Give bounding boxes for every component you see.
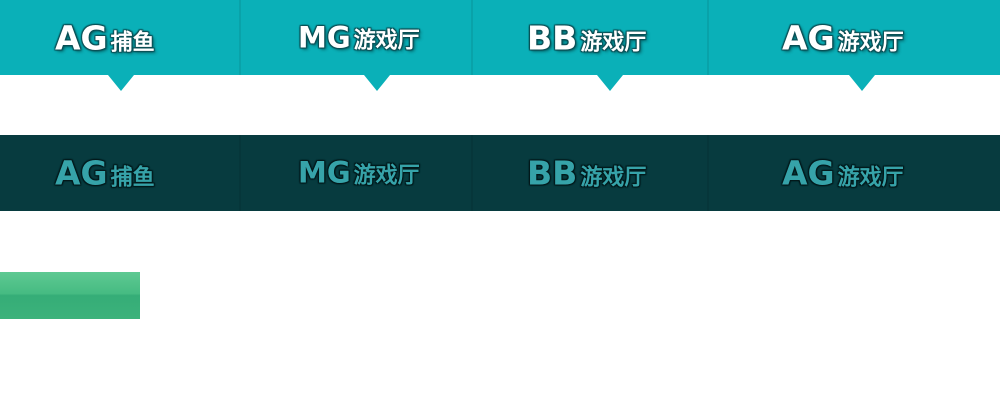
tab-bar-inactive: AG 捕鱼 MG 游戏厅 BB 游戏厅 AG 游戏厅	[0, 135, 1000, 211]
tab-label: AG 捕鱼	[55, 21, 155, 54]
tab-label: AG 游戏厅	[782, 157, 904, 190]
tab-bar-active: AG 捕鱼 MG 游戏厅 BB 游戏厅 AG 游戏厅	[0, 0, 1000, 75]
tab-ag-fishing[interactable]: AG 捕鱼	[0, 135, 240, 211]
tab-divider	[707, 0, 709, 75]
tab-ag-games[interactable]: AG 游戏厅	[708, 135, 1000, 211]
tab-pointer-arrow	[849, 75, 875, 91]
tab-name: 游戏厅	[837, 30, 904, 55]
tab-label: MG 游戏厅	[298, 155, 420, 190]
tab-code: AG	[55, 18, 108, 57]
tab-mg-games-active[interactable]: MG 游戏厅	[240, 0, 472, 75]
tab-divider	[239, 0, 241, 75]
tab-pointer-arrow	[597, 75, 623, 91]
tab-bb-games-active[interactable]: BB 游戏厅	[472, 0, 708, 75]
tab-label: AG 游戏厅	[782, 21, 904, 54]
tab-code: BB	[527, 18, 578, 57]
tab-mg-games[interactable]: MG 游戏厅	[240, 135, 472, 211]
tab-divider	[707, 135, 709, 211]
tab-code: MG	[298, 20, 351, 54]
tab-ag-games-active[interactable]: AG 游戏厅	[708, 0, 1000, 75]
tab-name: 游戏厅	[837, 165, 904, 191]
tab-label: MG 游戏厅	[298, 23, 420, 52]
tab-divider	[239, 135, 241, 211]
tab-code: MG	[298, 155, 351, 190]
tab-label: BB 游戏厅	[527, 21, 646, 54]
tab-name: 游戏厅	[580, 165, 647, 191]
tab-code: AG	[782, 153, 835, 193]
tab-name: 游戏厅	[353, 163, 420, 189]
green-button-bar[interactable]	[0, 272, 140, 319]
tab-pointer-arrow	[108, 75, 134, 91]
tab-pointer-arrow	[364, 75, 390, 91]
tab-label: BB 游戏厅	[527, 157, 646, 190]
tab-code: AG	[55, 153, 108, 193]
tab-ag-fishing-active[interactable]: AG 捕鱼	[0, 0, 240, 75]
tab-divider	[471, 135, 473, 211]
tab-name: 捕鱼	[110, 165, 155, 191]
tab-bb-games[interactable]: BB 游戏厅	[472, 135, 708, 211]
tab-name: 游戏厅	[580, 30, 647, 55]
tab-divider	[471, 0, 473, 75]
tab-code: BB	[527, 153, 578, 193]
tab-label: AG 捕鱼	[55, 157, 155, 190]
tab-name: 捕鱼	[110, 30, 155, 55]
tab-name: 游戏厅	[353, 28, 420, 53]
tab-code: AG	[782, 18, 835, 57]
